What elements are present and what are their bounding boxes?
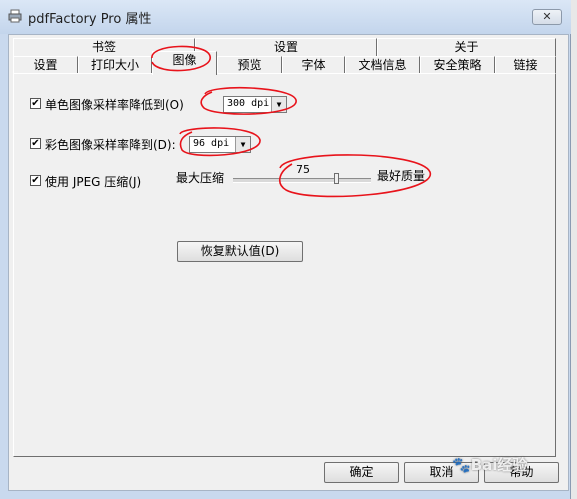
mono-dpi-value: 300 dpi (227, 98, 270, 109)
close-icon: ✕ (542, 10, 552, 23)
tab-settings-top[interactable]: 设置 (195, 38, 377, 56)
max-compression-label: 最大压缩 (176, 171, 225, 185)
mono-downsample-checkbox[interactable]: ✔ (30, 98, 41, 109)
color-downsample-label: 彩色图像采样率降到(D): (45, 138, 176, 152)
best-quality-label: 最好质量 (377, 169, 426, 183)
tab-about[interactable]: 关于 (377, 38, 556, 56)
jpeg-quality-slider-thumb[interactable] (334, 173, 339, 184)
tab-security[interactable]: 安全策略 (420, 56, 495, 74)
mono-dpi-select[interactable]: 300 dpi ▼ (223, 96, 287, 113)
tab-label: 链接 (513, 58, 538, 72)
color-dpi-select[interactable]: 96 dpi ▼ (189, 136, 251, 153)
tab-print-size[interactable]: 打印大小 (78, 56, 152, 74)
page-scrollbar[interactable] (571, 0, 577, 499)
title-bar[interactable]: pdfFactory Pro 属性 ✕ (0, 0, 571, 34)
watermark: 🐾Bai经验 (452, 454, 527, 475)
cancel-label: 取消 (429, 465, 454, 479)
jpeg-compression-label: 使用 JPEG 压缩(J) (45, 175, 142, 189)
tab-image[interactable]: 图像 (152, 51, 217, 75)
tab-label: 设置 (33, 58, 58, 72)
restore-defaults-label: 恢复默认值(D) (200, 244, 280, 258)
chevron-down-icon[interactable]: ▼ (235, 137, 250, 152)
tab-label: 书签 (91, 40, 116, 54)
tab-label: 字体 (301, 58, 326, 72)
tab-document-info[interactable]: 文档信息 (345, 56, 420, 74)
jpeg-quality-slider-track[interactable] (233, 178, 371, 183)
tab-fonts[interactable]: 字体 (282, 56, 345, 74)
chevron-down-icon[interactable]: ▼ (271, 97, 286, 112)
jpeg-quality-value: 75 (296, 163, 310, 176)
printer-icon (8, 9, 22, 23)
tab-preview[interactable]: 预览 (217, 56, 282, 74)
paw-icon: 🐾 (452, 456, 471, 474)
color-dpi-value: 96 dpi (193, 138, 230, 149)
jpeg-compression-checkbox[interactable]: ✔ (30, 175, 41, 186)
ok-button[interactable]: 确定 (324, 462, 399, 483)
watermark-text: Bai经验 (470, 456, 528, 474)
mono-downsample-label: 单色图像采样率降低到(O) (45, 98, 184, 112)
tab-label: 安全策略 (433, 58, 482, 72)
restore-defaults-button[interactable]: 恢复默认值(D) (177, 241, 303, 262)
tab-label: 关于 (454, 40, 479, 54)
close-button[interactable]: ✕ (532, 9, 562, 25)
tab-label: 文档信息 (358, 58, 407, 72)
tab-label: 打印大小 (90, 58, 139, 72)
tab-label: 设置 (273, 40, 298, 54)
color-downsample-checkbox[interactable]: ✔ (30, 138, 41, 149)
ok-label: 确定 (349, 465, 374, 479)
tab-label: 图像 (172, 53, 197, 67)
image-tab-panel (13, 73, 556, 457)
tab-links[interactable]: 链接 (495, 56, 556, 74)
tab-label: 预览 (237, 58, 262, 72)
window-title: pdfFactory Pro 属性 (28, 12, 152, 27)
tab-settings[interactable]: 设置 (13, 56, 78, 74)
